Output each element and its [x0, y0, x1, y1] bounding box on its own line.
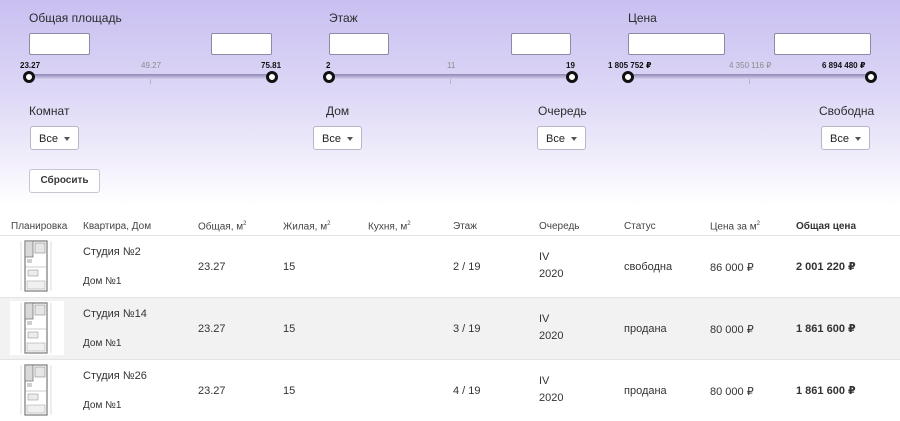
- queue-value: IV: [539, 251, 550, 263]
- queue-select[interactable]: Все: [537, 126, 586, 150]
- area-min-input[interactable]: [29, 33, 90, 55]
- total-area-value: 23.27: [198, 261, 226, 273]
- floor-plan-image: [20, 240, 52, 292]
- queue-select-value: Все: [546, 133, 565, 145]
- col-header-queue[interactable]: Очередь: [539, 221, 580, 232]
- apartment-house: Дом №1: [83, 338, 122, 349]
- floor-filter-label: Этаж: [329, 11, 358, 25]
- total-price: 1 861 600 ₽: [796, 385, 856, 397]
- price-per-m2: 80 000 ₽: [710, 386, 754, 398]
- price-min-input[interactable]: [628, 33, 725, 55]
- total-price: 2 001 220 ₽: [796, 261, 856, 273]
- col-header-floor[interactable]: Этаж: [453, 221, 477, 232]
- price-min-handle[interactable]: [622, 71, 634, 83]
- price-max-handle[interactable]: [865, 71, 877, 83]
- total-price: 1 861 600 ₽: [796, 323, 856, 335]
- rooms-select[interactable]: Все: [30, 126, 79, 150]
- chevron-down-icon: [64, 137, 70, 141]
- area-max-handle[interactable]: [266, 71, 278, 83]
- floor-plan-thumbnail[interactable]: [10, 363, 64, 417]
- col-header-living-area[interactable]: Жилая, м2: [283, 221, 330, 232]
- price-per-m2: 80 000 ₽: [710, 324, 754, 336]
- total-area-value: 23.27: [198, 385, 226, 397]
- col-header-price-total[interactable]: Общая цена: [796, 221, 856, 232]
- free-select-value: Все: [830, 133, 849, 145]
- floor-value: 3 / 19: [453, 323, 481, 335]
- apartment-name[interactable]: Студия №26: [83, 370, 147, 382]
- col-header-kitchen-area[interactable]: Кухня, м2: [368, 221, 411, 232]
- price-max-value: 6 894 480 ₽: [822, 61, 866, 70]
- chevron-down-icon: [347, 137, 353, 141]
- apartment-house: Дом №1: [83, 276, 122, 287]
- free-filter-label: Свободна: [819, 104, 875, 118]
- rooms-filter-label: Комнат: [29, 104, 70, 118]
- floor-plan-image: [20, 364, 52, 416]
- col-header-price-m2[interactable]: Цена за м2: [710, 221, 760, 232]
- queue-value: IV: [539, 375, 550, 387]
- price-mid-value: 4 350 116 ₽: [729, 61, 772, 70]
- filter-panel: Общая площадь 23.27 49.27 75.81 Этаж 2 1…: [0, 0, 900, 205]
- floor-min-input[interactable]: [329, 33, 389, 55]
- living-area-value: 15: [283, 261, 296, 273]
- queue-filter-label: Очередь: [538, 104, 587, 118]
- chevron-down-icon: [855, 137, 861, 141]
- price-max-input[interactable]: [774, 33, 871, 55]
- col-header-plan: Планировка: [11, 221, 68, 232]
- floor-plan-thumbnail[interactable]: [10, 301, 64, 355]
- apartment-name[interactable]: Студия №14: [83, 308, 147, 320]
- queue-year: 2020: [539, 330, 564, 342]
- col-header-status[interactable]: Статус: [624, 221, 656, 232]
- queue-year: 2020: [539, 268, 564, 280]
- floor-min-handle[interactable]: [323, 71, 335, 83]
- floor-range-tick: [450, 79, 451, 84]
- queue-value: IV: [539, 313, 550, 325]
- floor-max-input[interactable]: [511, 33, 571, 55]
- table-row[interactable]: Студия №2 Дом №1 23.27 15 2 / 19 IV 2020 свобод…: [0, 235, 900, 297]
- house-filter-label: Дом: [326, 104, 350, 118]
- area-range-tick: [150, 79, 151, 84]
- floor-mid-value: 11: [447, 61, 456, 70]
- table-row[interactable]: Студия №26 Дом №1 23.27 15 4 / 19 IV 2020 прода…: [0, 359, 900, 421]
- chevron-down-icon: [571, 137, 577, 141]
- house-select-value: Все: [322, 133, 341, 145]
- floor-value: 2 / 19: [453, 261, 481, 273]
- col-header-apartment[interactable]: Квартира, Дом: [83, 221, 151, 232]
- status-badge: продана: [624, 323, 667, 335]
- price-range-track[interactable]: [628, 74, 871, 84]
- price-min-value: 1 805 752 ₽: [608, 61, 652, 70]
- area-max-input[interactable]: [211, 33, 272, 55]
- price-per-m2: 86 000 ₽: [710, 262, 754, 274]
- area-min-value: 23.27: [20, 61, 41, 70]
- table-row[interactable]: Студия №14 Дом №1 23.27 15 3 / 19 IV 2020 прода…: [0, 297, 900, 359]
- floor-range-track[interactable]: [329, 74, 572, 84]
- status-badge: свободна: [624, 261, 673, 273]
- floor-value: 4 / 19: [453, 385, 481, 397]
- floor-min-value: 2: [326, 61, 331, 70]
- free-select[interactable]: Все: [821, 126, 870, 150]
- floor-max-handle[interactable]: [566, 71, 578, 83]
- reset-button[interactable]: Сбросить: [29, 169, 100, 193]
- area-range-track[interactable]: [29, 74, 272, 84]
- status-badge: продана: [624, 385, 667, 397]
- total-area-value: 23.27: [198, 323, 226, 335]
- queue-year: 2020: [539, 392, 564, 404]
- area-mid-value: 49.27: [141, 61, 162, 70]
- area-min-handle[interactable]: [23, 71, 35, 83]
- price-range-tick: [749, 79, 750, 84]
- area-max-value: 75.81: [261, 61, 282, 70]
- floor-plan-image: [20, 302, 52, 354]
- floor-max-value: 19: [566, 61, 575, 70]
- house-select[interactable]: Все: [313, 126, 362, 150]
- rooms-select-value: Все: [39, 133, 58, 145]
- price-filter-label: Цена: [628, 11, 657, 25]
- apartment-name[interactable]: Студия №2: [83, 246, 141, 258]
- living-area-value: 15: [283, 323, 296, 335]
- living-area-value: 15: [283, 385, 296, 397]
- col-header-total-area[interactable]: Общая, м2: [198, 221, 247, 232]
- floor-plan-thumbnail[interactable]: [10, 239, 64, 293]
- area-filter-label: Общая площадь: [29, 11, 122, 25]
- apartment-house: Дом №1: [83, 400, 122, 411]
